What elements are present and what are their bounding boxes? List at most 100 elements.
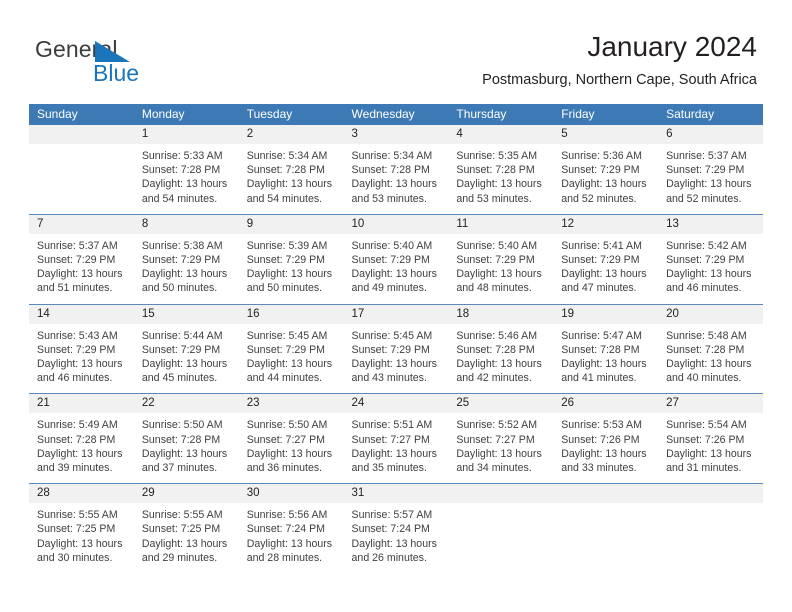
day-number: 3 — [343, 125, 449, 144]
calendar-day-cell[interactable]: 5 Sunrise: 5:36 AM Sunset: 7:29 PM Daylight… — [553, 125, 659, 215]
day-details: Sunrise: 5:50 AM Sunset: 7:28 PM Daylight:… — [134, 413, 239, 483]
day-number: 16 — [238, 304, 344, 324]
day-details: Sunrise: 5:45 AM Sunset: 7:29 PM Daylight:… — [239, 324, 344, 394]
daylight-text-line2: and 36 minutes. — [246, 462, 323, 475]
logo-top-row: General — [35, 36, 275, 62]
daylight-text-line1: Daylight: 13 hours — [246, 358, 333, 371]
day-details: Sunrise: 5:38 AM Sunset: 7:29 PM Daylight:… — [134, 234, 239, 304]
calendar-day-cell[interactable]: 7 Sunrise: 5:37 AM Sunset: 7:29 PM Daylight… — [29, 213, 134, 305]
daylight-text-line1: Daylight: 13 hours — [37, 268, 123, 281]
daylight-text-line2: and 52 minutes. — [561, 192, 637, 205]
daylight-text-line2: and 46 minutes. — [666, 282, 742, 295]
general-blue-logo[interactable]: General Blue — [35, 36, 275, 92]
day-number: 11 — [448, 214, 554, 234]
day-number: 8 — [133, 214, 239, 234]
day-details: Sunrise: 5:57 AM Sunset: 7:24 PM Daylight:… — [344, 503, 449, 573]
day-number: 9 — [238, 214, 344, 234]
day-number: 5 — [553, 125, 659, 144]
calendar-day-cell[interactable]: 4 Sunrise: 5:35 AM Sunset: 7:28 PM Daylight… — [448, 125, 554, 215]
sunrise-text: Sunrise: 5:54 AM — [666, 419, 747, 432]
daylight-text-line1: Daylight: 13 hours — [666, 358, 752, 371]
calendar-day-cell[interactable]: 18 Sunrise: 5:46 AM Sunset: 7:28 PM Dayligh… — [448, 303, 554, 394]
daylight-text-line1: Daylight: 13 hours — [351, 447, 437, 460]
calendar-day-cell[interactable]: 13 Sunrise: 5:42 AM Sunset: 7:29 PM Dayligh… — [658, 213, 763, 305]
calendar-day-cell-empty — [658, 483, 763, 574]
calendar-day-cell[interactable]: 14 Sunrise: 5:43 AM Sunset: 7:29 PM Dayligh… — [29, 303, 134, 394]
day-details: Sunrise: 5:54 AM Sunset: 7:26 PM Daylight:… — [658, 413, 763, 483]
calendar-day-cell[interactable]: 19 Sunrise: 5:47 AM Sunset: 7:28 PM Dayligh… — [553, 303, 659, 394]
daylight-text-line2: and 34 minutes. — [456, 462, 532, 475]
calendar-day-cell[interactable]: 30 Sunrise: 5:56 AM Sunset: 7:24 PM Dayligh… — [238, 483, 344, 574]
day-number: 27 — [658, 394, 763, 414]
daylight-text-line2: and 47 minutes. — [561, 282, 637, 295]
page-header: General Blue January 2024 Postmasburg, N… — [0, 0, 792, 104]
daylight-text-line2: and 29 minutes. — [141, 551, 218, 564]
day-details: Sunrise: 5:56 AM Sunset: 7:24 PM Daylight:… — [239, 503, 344, 573]
calendar-day-cell[interactable]: 8 Sunrise: 5:38 AM Sunset: 7:29 PM Daylight… — [133, 213, 239, 305]
calendar-day-cell[interactable]: 24 Sunrise: 5:51 AM Sunset: 7:27 PM Dayligh… — [343, 393, 449, 484]
day-number: 24 — [343, 394, 449, 414]
calendar-day-cell[interactable]: 26 Sunrise: 5:53 AM Sunset: 7:26 PM Dayligh… — [553, 393, 659, 484]
day-details: Sunrise: 5:45 AM Sunset: 7:29 PM Daylight:… — [344, 324, 449, 394]
calendar-day-cell[interactable]: 3 Sunrise: 5:34 AM Sunset: 7:28 PM Daylight… — [343, 125, 449, 215]
calendar-day-cell[interactable]: 22 Sunrise: 5:50 AM Sunset: 7:28 PM Dayligh… — [133, 393, 239, 484]
sunrise-text: Sunrise: 5:40 AM — [456, 239, 538, 252]
calendar-day-cell[interactable]: 1 Sunrise: 5:33 AM Sunset: 7:28 PM Daylight… — [133, 125, 239, 215]
sunset-text: Sunset: 7:24 PM — [246, 523, 326, 536]
daylight-text-line2: and 40 minutes. — [666, 372, 742, 385]
sunrise-text: Sunrise: 5:51 AM — [351, 419, 433, 432]
daylight-text-line2: and 45 minutes. — [141, 372, 218, 385]
calendar-day-cell[interactable]: 16 Sunrise: 5:45 AM Sunset: 7:29 PM Dayligh… — [238, 303, 344, 394]
calendar-day-cell[interactable]: 25 Sunrise: 5:52 AM Sunset: 7:27 PM Dayligh… — [448, 393, 554, 484]
calendar-day-cell[interactable]: 21 Sunrise: 5:49 AM Sunset: 7:28 PM Dayligh… — [29, 393, 134, 484]
calendar-day-cell-empty — [553, 483, 659, 574]
daylight-text-line1: Daylight: 13 hours — [351, 537, 437, 550]
calendar-day-cell[interactable]: 23 Sunrise: 5:50 AM Sunset: 7:27 PM Dayligh… — [238, 393, 344, 484]
daylight-text-line1: Daylight: 13 hours — [456, 447, 542, 460]
day-number: 19 — [553, 304, 659, 324]
day-details: Sunrise: 5:47 AM Sunset: 7:28 PM Daylight:… — [553, 324, 658, 394]
weekday-header-thursday: Thursday — [448, 104, 554, 125]
calendar-day-cell[interactable]: 28 Sunrise: 5:55 AM Sunset: 7:25 PM Dayligh… — [29, 483, 134, 574]
day-details: Sunrise: 5:43 AM Sunset: 7:29 PM Daylight:… — [29, 324, 134, 394]
calendar-day-cell[interactable]: 27 Sunrise: 5:54 AM Sunset: 7:26 PM Dayligh… — [658, 393, 763, 484]
day-number — [29, 125, 134, 144]
day-details: Sunrise: 5:53 AM Sunset: 7:26 PM Daylight:… — [553, 413, 658, 483]
daylight-text-line2: and 39 minutes. — [37, 462, 113, 475]
sunrise-text: Sunrise: 5:35 AM — [456, 150, 538, 162]
calendar-day-cell[interactable]: 10 Sunrise: 5:40 AM Sunset: 7:29 PM Dayligh… — [343, 213, 449, 305]
calendar-day-cell[interactable]: 2 Sunrise: 5:34 AM Sunset: 7:28 PM Daylight… — [238, 125, 344, 215]
day-details: Sunrise: 5:36 AM Sunset: 7:29 PM Daylight:… — [553, 144, 658, 214]
calendar-day-cell[interactable]: 9 Sunrise: 5:39 AM Sunset: 7:29 PM Daylight… — [238, 213, 344, 305]
weekday-header-friday: Friday — [553, 104, 659, 125]
calendar-day-cell[interactable]: 12 Sunrise: 5:41 AM Sunset: 7:29 PM Dayligh… — [553, 213, 659, 305]
sunrise-text: Sunrise: 5:56 AM — [246, 509, 328, 522]
calendar-day-cell[interactable]: 20 Sunrise: 5:48 AM Sunset: 7:28 PM Dayligh… — [658, 303, 763, 394]
daylight-text-line1: Daylight: 13 hours — [246, 178, 333, 191]
sunset-text: Sunset: 7:29 PM — [37, 254, 116, 267]
calendar-day-cell-empty — [29, 125, 134, 215]
weekday-header-monday: Monday — [133, 104, 239, 125]
day-number: 1 — [133, 125, 239, 144]
calendar-day-cell[interactable]: 15 Sunrise: 5:44 AM Sunset: 7:29 PM Dayligh… — [133, 303, 239, 394]
sunset-text: Sunset: 7:28 PM — [141, 433, 221, 446]
day-number: 10 — [343, 214, 449, 234]
day-number: 23 — [238, 394, 344, 414]
sunrise-text: Sunrise: 5:50 AM — [141, 419, 223, 432]
calendar-day-cell[interactable]: 31 Sunrise: 5:57 AM Sunset: 7:24 PM Dayligh… — [343, 483, 449, 574]
sunrise-text: Sunrise: 5:49 AM — [37, 419, 118, 432]
sunset-text: Sunset: 7:26 PM — [561, 433, 640, 446]
calendar-day-cell[interactable]: 6 Sunrise: 5:37 AM Sunset: 7:29 PM Daylight… — [658, 125, 763, 215]
calendar-day-cell[interactable]: 11 Sunrise: 5:40 AM Sunset: 7:29 PM Dayligh… — [448, 213, 554, 305]
day-details — [658, 503, 763, 565]
day-details: Sunrise: 5:41 AM Sunset: 7:29 PM Daylight:… — [553, 234, 658, 304]
weekday-header-sunday: Sunday — [29, 104, 134, 125]
day-number: 22 — [133, 394, 239, 414]
calendar-day-cell[interactable]: 17 Sunrise: 5:45 AM Sunset: 7:29 PM Dayligh… — [343, 303, 449, 394]
daylight-text-line2: and 43 minutes. — [351, 372, 427, 385]
sunrise-text: Sunrise: 5:38 AM — [141, 239, 223, 252]
daylight-text-line1: Daylight: 13 hours — [561, 447, 647, 460]
calendar-day-cell[interactable]: 29 Sunrise: 5:55 AM Sunset: 7:25 PM Dayligh… — [133, 483, 239, 574]
daylight-text-line2: and 53 minutes. — [456, 192, 532, 205]
daylight-text-line1: Daylight: 13 hours — [37, 358, 123, 371]
